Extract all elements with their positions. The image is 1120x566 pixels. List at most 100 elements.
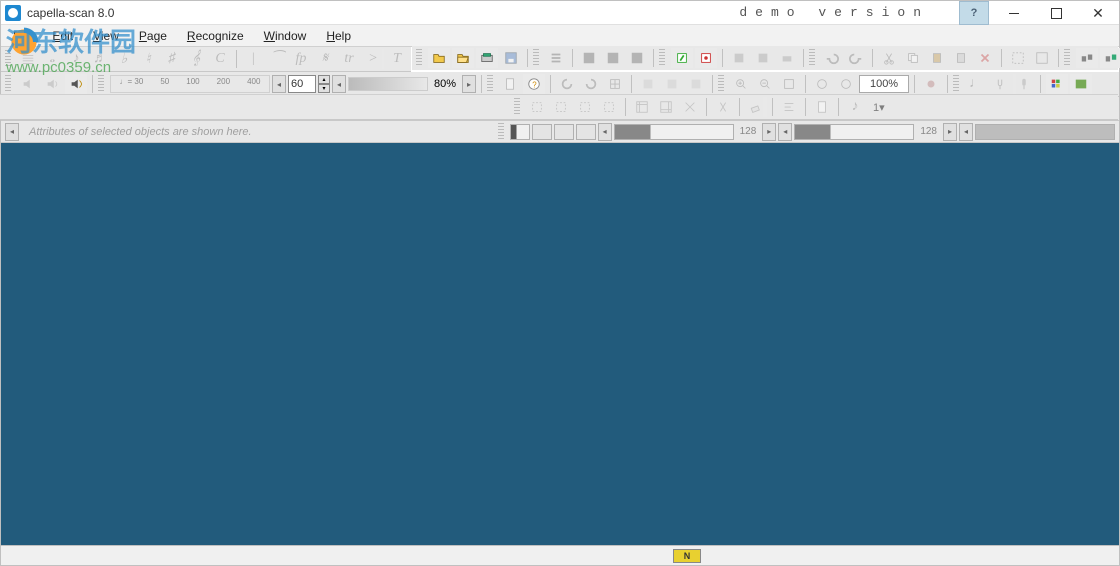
sound-icon[interactable]: [41, 74, 63, 94]
select-all-icon[interactable]: [1007, 48, 1029, 68]
note-eighth-2-icon[interactable]: ♪: [844, 97, 866, 117]
view-mode-2-icon[interactable]: [532, 124, 552, 140]
doc-icon[interactable]: [811, 97, 833, 117]
palette-2-icon[interactable]: [1070, 74, 1092, 94]
redo-icon[interactable]: [845, 48, 867, 68]
export-xml-icon[interactable]: [752, 48, 774, 68]
print-icon[interactable]: [776, 48, 798, 68]
region-3-icon[interactable]: [574, 97, 596, 117]
layout-2-icon[interactable]: [661, 74, 683, 94]
vol-right-icon[interactable]: ▸: [462, 75, 476, 93]
align-icon[interactable]: [778, 97, 800, 117]
clipboard-icon[interactable]: [950, 48, 972, 68]
cut-icon[interactable]: [878, 48, 900, 68]
export-midi-icon[interactable]: [728, 48, 750, 68]
menu-help[interactable]: Help: [318, 27, 359, 45]
thresh-a-right-icon[interactable]: ▸: [762, 123, 776, 141]
deselect-icon[interactable]: [1031, 48, 1053, 68]
dynamic-fp-icon[interactable]: fp: [290, 49, 312, 69]
zoom-out-icon[interactable]: [754, 74, 776, 94]
threshold-b-slider[interactable]: [794, 124, 914, 140]
threshold-c-slider[interactable]: [975, 124, 1115, 140]
region-2-icon[interactable]: [550, 97, 572, 117]
crop-3-icon[interactable]: [679, 97, 701, 117]
note-tool-icon[interactable]: ♩: [965, 74, 987, 94]
cut-region-icon[interactable]: [712, 97, 734, 117]
volume-slider[interactable]: [348, 77, 428, 91]
mute-icon[interactable]: [17, 74, 39, 94]
layout-1-icon[interactable]: [637, 74, 659, 94]
recognize-icon[interactable]: [671, 48, 693, 68]
treble-clef-icon[interactable]: 𝄞: [185, 49, 207, 69]
accent-icon[interactable]: >: [362, 49, 384, 69]
view-mode-4-icon[interactable]: [576, 124, 596, 140]
thresh-b-left-icon[interactable]: ◂: [778, 123, 792, 141]
thresh-a-left-icon[interactable]: ◂: [598, 123, 612, 141]
text-marker-icon[interactable]: T: [386, 49, 408, 69]
paste-icon[interactable]: [926, 48, 948, 68]
crop-2-icon[interactable]: [655, 97, 677, 117]
threshold-a-slider[interactable]: [614, 124, 734, 140]
export-capella-icon[interactable]: [695, 48, 717, 68]
view-mode-3-icon[interactable]: [554, 124, 574, 140]
zoom-input[interactable]: 100%: [859, 75, 909, 93]
menu-page[interactable]: Page: [131, 27, 175, 45]
natural-icon[interactable]: ♮: [137, 49, 159, 69]
tempo-spinner[interactable]: ▴▾: [318, 75, 330, 93]
minimize-button[interactable]: [993, 1, 1035, 25]
vol-left-icon[interactable]: ◂: [332, 75, 346, 93]
region-4-icon[interactable]: [598, 97, 620, 117]
grid-icon[interactable]: [604, 74, 626, 94]
close-button[interactable]: ✕: [1077, 1, 1119, 25]
palette-1-icon[interactable]: [1046, 74, 1068, 94]
undo-icon[interactable]: [821, 48, 843, 68]
open-folder-icon[interactable]: [452, 48, 474, 68]
disk-1-icon[interactable]: [578, 48, 600, 68]
flat-icon[interactable]: ♭: [113, 49, 135, 69]
delete-icon[interactable]: [974, 48, 996, 68]
eraser-icon[interactable]: [745, 97, 767, 117]
note-sixteenth-icon[interactable]: ♬: [89, 49, 111, 69]
rotate-right-icon[interactable]: [580, 74, 602, 94]
trill-icon[interactable]: tr: [338, 49, 360, 69]
workspace[interactable]: [1, 143, 1119, 545]
attr-scroll-left-icon[interactable]: ◂: [5, 123, 19, 141]
zoom-in-icon[interactable]: [730, 74, 752, 94]
barline-icon[interactable]: |: [242, 49, 264, 69]
tempo-prev-icon[interactable]: ◂: [272, 75, 286, 93]
open-icon[interactable]: [428, 48, 450, 68]
thresh-b-right-icon[interactable]: ▸: [943, 123, 957, 141]
zoom-region-icon[interactable]: [811, 74, 833, 94]
page-icon[interactable]: [499, 74, 521, 94]
find-icon[interactable]: [1076, 48, 1098, 68]
rotate-left-icon[interactable]: [556, 74, 578, 94]
maximize-button[interactable]: [1035, 1, 1077, 25]
note-eighth-icon[interactable]: ♪: [65, 49, 87, 69]
menu-window[interactable]: Window: [256, 27, 315, 45]
common-time-icon[interactable]: C: [209, 49, 231, 69]
tempo-ruler[interactable]: ♩= 3050100200400: [110, 75, 270, 93]
help-button[interactable]: ?: [959, 1, 989, 25]
region-1-icon[interactable]: [526, 97, 548, 117]
help-tool-icon[interactable]: ?: [523, 74, 545, 94]
thresh-c-left-icon[interactable]: ◂: [959, 123, 973, 141]
zoom-reset-icon[interactable]: [835, 74, 857, 94]
sound-on-icon[interactable]: [65, 74, 87, 94]
tuning-fork-icon[interactable]: [989, 74, 1011, 94]
record-icon[interactable]: [920, 74, 942, 94]
view-mode-1-icon[interactable]: [510, 124, 530, 140]
disk-2-icon[interactable]: [602, 48, 624, 68]
note-whole-icon[interactable]: 𝅝: [41, 49, 63, 69]
slur-icon[interactable]: ⁀: [266, 49, 288, 69]
menu-edit[interactable]: Edit: [44, 27, 81, 45]
layout-3-icon[interactable]: [685, 74, 707, 94]
save-icon[interactable]: [500, 48, 522, 68]
segno-icon[interactable]: 𝄋: [314, 49, 336, 69]
zoom-fit-icon[interactable]: [778, 74, 800, 94]
menu-file[interactable]: File: [5, 27, 40, 45]
scan-icon[interactable]: [476, 48, 498, 68]
pitch-dropdown[interactable]: 1▾: [868, 97, 890, 117]
tempo-input[interactable]: 60: [288, 75, 316, 93]
sharp-icon[interactable]: ♯: [161, 49, 183, 69]
menu-view[interactable]: View: [85, 27, 127, 45]
